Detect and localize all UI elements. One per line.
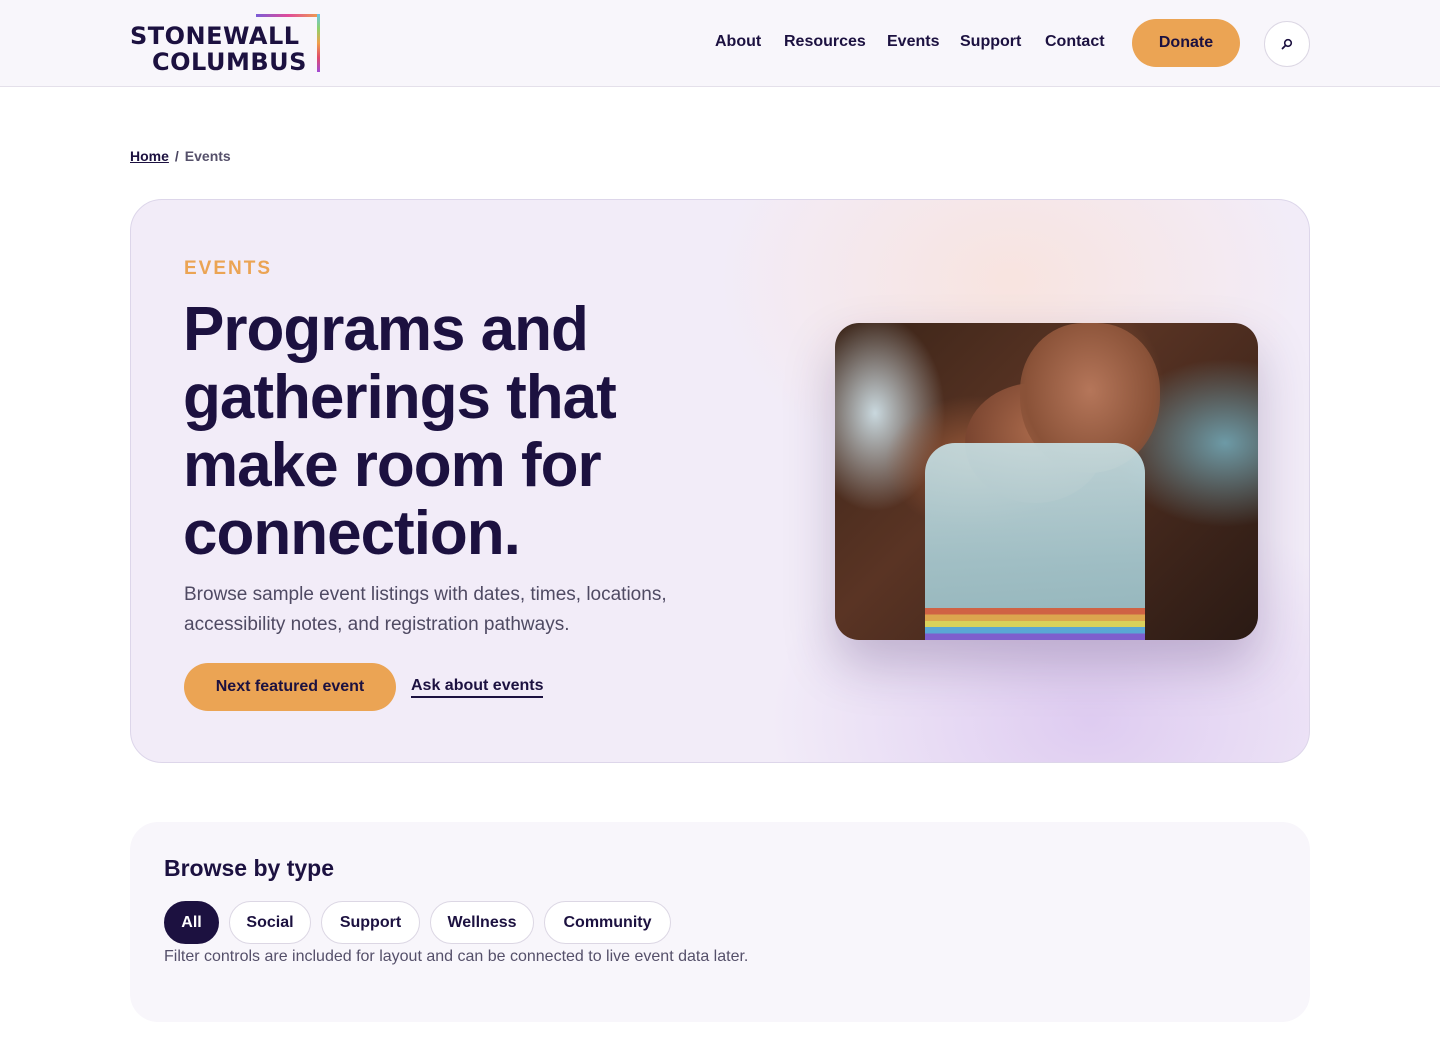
filter-note: Filter controls are included for layout …: [164, 948, 749, 965]
nav-item-contact[interactable]: Contact: [1045, 33, 1105, 51]
page-title: Programs and gatherings that make room f…: [183, 295, 617, 568]
hero-eyebrow: EVENTS: [184, 258, 273, 279]
logo-rainbow-bar-top: [256, 14, 320, 17]
filter-chip-community[interactable]: Community: [544, 901, 671, 944]
filter-chip-support[interactable]: Support: [321, 901, 420, 944]
site-header: STONEWALL COLUMBUS About Resources Event…: [0, 0, 1440, 87]
breadcrumb-home-link[interactable]: Home: [130, 148, 169, 164]
next-featured-event-button[interactable]: Next featured event: [184, 663, 396, 711]
filter-chip-all[interactable]: All: [164, 901, 219, 944]
logo-rainbow-bar-right: [317, 14, 320, 72]
donate-button[interactable]: Donate: [1132, 19, 1240, 67]
breadcrumb-separator: /: [174, 148, 179, 164]
breadcrumb: Home / Events: [130, 148, 231, 164]
nav-item-support[interactable]: Support: [960, 33, 1021, 51]
ask-about-events-link[interactable]: Ask about events: [411, 677, 544, 698]
nav-item-about[interactable]: About: [715, 33, 761, 51]
stonewall-columbus-logo[interactable]: STONEWALL COLUMBUS: [130, 14, 322, 76]
search-button[interactable]: [1264, 21, 1310, 67]
breadcrumb-current: Events: [184, 148, 231, 164]
hero-photo-dancing-person: [835, 323, 1258, 640]
search-icon: [1281, 38, 1293, 50]
logo-text-line-1: STONEWALL: [130, 22, 300, 50]
hero-section: EVENTS Programs and gatherings that make…: [130, 199, 1310, 763]
hero-description: Browse sample event listings with dates,…: [184, 584, 667, 635]
filter-chip-social[interactable]: Social: [229, 901, 311, 944]
browse-by-type-panel: Browse by type All Social Support Wellne…: [130, 822, 1310, 1022]
filter-chip-wellness[interactable]: Wellness: [430, 901, 534, 944]
logo-text-line-2: COLUMBUS: [152, 48, 307, 76]
nav-item-events[interactable]: Events: [887, 33, 939, 51]
nav-item-resources[interactable]: Resources: [784, 33, 866, 51]
browse-by-type-heading: Browse by type: [164, 855, 334, 881]
photo-rainbow-stripes: [925, 608, 1145, 640]
